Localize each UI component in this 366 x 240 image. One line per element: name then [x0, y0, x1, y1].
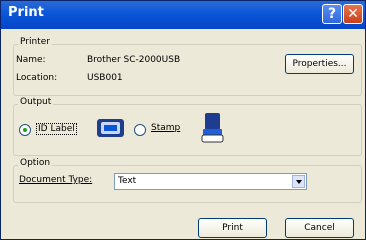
- stamp-radio[interactable]: [134, 124, 146, 136]
- print-button[interactable]: Print: [198, 218, 267, 238]
- printer-name-label: Name:: [16, 55, 46, 65]
- stamp-option-label[interactable]: Stamp: [151, 123, 180, 133]
- printer-location-label: Location:: [16, 73, 58, 83]
- document-type-value: Text: [118, 176, 137, 186]
- printer-location-value: USB001: [87, 73, 123, 83]
- properties-button-label: Properties...: [292, 59, 347, 69]
- properties-button[interactable]: Properties...: [285, 54, 354, 74]
- output-legend: Output: [18, 97, 54, 107]
- document-type-select[interactable]: Text: [114, 173, 307, 190]
- id-label-option-label[interactable]: ID Label: [36, 123, 77, 135]
- window-title: Print: [8, 5, 44, 20]
- cancel-button-label: Cancel: [304, 223, 335, 233]
- document-type-label: Document Type:: [19, 175, 93, 185]
- cancel-button[interactable]: Cancel: [285, 218, 354, 238]
- print-button-label: Print: [222, 223, 243, 233]
- stamp-icon: [201, 113, 224, 143]
- printer-name-value: Brother SC-2000USB: [87, 55, 181, 65]
- title-bar: Print ? ✕: [1, 1, 365, 29]
- close-button[interactable]: ✕: [343, 4, 363, 24]
- chevron-down-icon[interactable]: [292, 175, 305, 188]
- printer-legend: Printer: [18, 37, 52, 47]
- id-label-icon: [97, 119, 124, 137]
- option-legend: Option: [18, 158, 53, 168]
- print-dialog: Print ? ✕ Printer Name: Brother SC-2000U…: [0, 0, 366, 240]
- help-button[interactable]: ?: [322, 4, 342, 24]
- id-label-radio[interactable]: [19, 124, 31, 136]
